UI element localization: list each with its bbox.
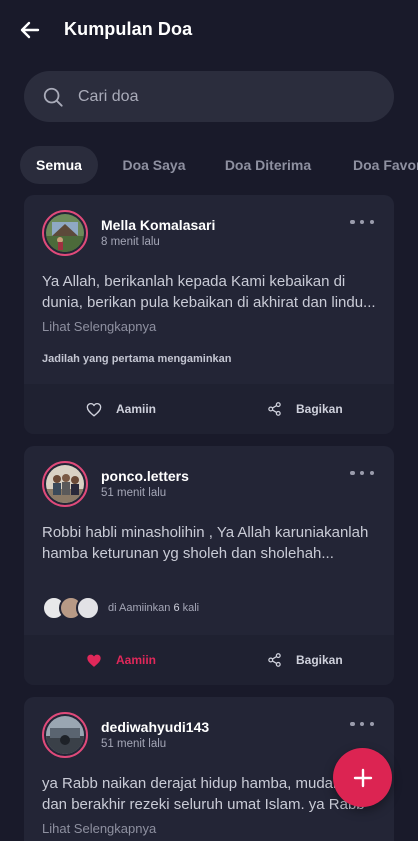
amin-button[interactable]: Aamiin (86, 635, 156, 685)
card-actions: Aamiin Bagikan (24, 384, 394, 434)
add-prayer-button[interactable] (333, 748, 392, 807)
share-label: Bagikan (296, 402, 343, 416)
post-time: 8 menit lalu (101, 236, 160, 248)
prayer-card: ponco.letters 51 menit lalu Robbi habli … (24, 446, 394, 685)
amin-label: Aamiin (116, 402, 157, 416)
more-dots-icon (350, 470, 355, 476)
prayer-text[interactable]: Ya Allah, berikanlah kepada Kami kebaika… (42, 271, 378, 313)
more-options-button[interactable] (350, 215, 374, 229)
avatar-image (46, 716, 84, 754)
amin-count-text: di Aamiinkan 6 kali (108, 602, 199, 614)
more-dot (359, 721, 365, 727)
avatar-image (46, 214, 84, 252)
amin-button[interactable]: Aamiin (86, 384, 156, 434)
search-input[interactable] (78, 87, 358, 106)
avatar-photo (46, 465, 84, 503)
more-options-button[interactable] (350, 717, 374, 731)
prayer-card: Mella Komalasari 8 menit lalu Ya Allah, … (24, 195, 394, 434)
username[interactable]: dediwahyudi143 (101, 719, 209, 735)
prayer-text[interactable]: ya Rabb naikan derajat hidup hamba, muda… (42, 773, 378, 815)
arrow-left-icon (20, 21, 40, 39)
search-bar[interactable] (24, 71, 394, 122)
post-time: 51 menit lalu (101, 487, 167, 499)
mini-avatar (76, 596, 100, 620)
avatar-image (46, 465, 84, 503)
avatar-photo (46, 716, 84, 754)
amin-count: 6 (173, 602, 180, 614)
more-dots-icon (350, 721, 355, 727)
avatar[interactable] (42, 461, 88, 507)
plus-icon (353, 768, 372, 787)
heart-icon (87, 654, 101, 667)
avatar[interactable] (42, 712, 88, 758)
share-icon (268, 402, 281, 416)
search-icon (43, 87, 63, 107)
share-icon (268, 653, 281, 667)
avatar-photo (46, 214, 84, 252)
more-dot (359, 470, 365, 476)
first-amen-note: Jadilah yang pertama mengaminkan (42, 353, 232, 365)
avatar[interactable] (42, 210, 88, 256)
amin-suffix: kali (182, 602, 200, 614)
see-more-link[interactable]: Lihat Selengkapnya (42, 319, 156, 334)
amin-prefix: di Aamiinkan (108, 602, 171, 614)
heart-icon (86, 402, 102, 417)
username[interactable]: Mella Komalasari (101, 217, 215, 233)
more-dot (369, 721, 374, 727)
card-actions: Aamiin Bagikan (24, 635, 394, 685)
back-button[interactable] (16, 16, 44, 44)
see-more-link[interactable]: Lihat Selengkapnya (42, 821, 156, 836)
app-bar: Kumpulan Doa (0, 0, 418, 60)
tab-semua[interactable]: Semua (20, 146, 98, 184)
username[interactable]: ponco.letters (101, 468, 189, 484)
category-tabs: Semua Doa Saya Doa Diterima Doa Favorit (0, 146, 418, 184)
amin-label: Aamiin (116, 653, 157, 667)
more-options-button[interactable] (350, 466, 374, 480)
share-button[interactable]: Bagikan (267, 384, 343, 434)
page-title: Kumpulan Doa (64, 19, 193, 39)
share-button[interactable]: Bagikan (267, 635, 343, 685)
post-time: 51 menit lalu (101, 738, 167, 750)
more-dots-icon (350, 219, 355, 225)
more-dot (369, 219, 374, 225)
more-dot (369, 470, 374, 476)
share-label: Bagikan (296, 653, 343, 667)
amin-avatars[interactable] (42, 596, 102, 622)
prayer-text[interactable]: Robbi habli minasholihin , Ya Allah karu… (42, 522, 378, 564)
tab-doa-saya[interactable]: Doa Saya (116, 146, 192, 184)
more-dot (359, 219, 365, 225)
tab-doa-favorit[interactable]: Doa Favorit (344, 146, 418, 184)
tab-doa-diterima[interactable]: Doa Diterima (216, 146, 320, 184)
